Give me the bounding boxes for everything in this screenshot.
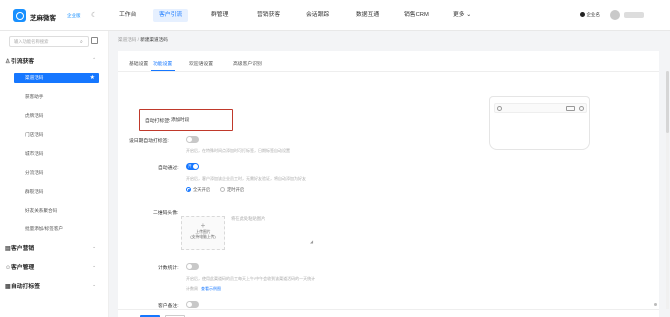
counter-toggle[interactable] (186, 263, 199, 270)
company-switcher[interactable]: 企业名 (580, 12, 600, 18)
sidebar-item-group-code[interactable]: 群裂活码 (14, 187, 99, 197)
sidebar-item-split-code[interactable]: 分流活码 (14, 168, 99, 178)
nav-customer-acquisition[interactable]: 客户引流 (153, 9, 189, 22)
sidebar-item-channel-code[interactable]: 渠道活码 ★ (14, 73, 99, 83)
plus-icon (579, 106, 584, 111)
resize-dot-icon (654, 303, 657, 306)
nav-session-tracking[interactable]: 会话跟踪 (300, 9, 335, 22)
breadcrumb-parent[interactable]: 渠道活码 (118, 37, 136, 42)
paste-image-area[interactable]: 将在此处粘贴图片 (231, 216, 315, 249)
theme-toggle-icon[interactable]: ☾ (91, 11, 97, 19)
chevron-down-icon[interactable]: ⌄ (92, 282, 96, 288)
add-time-button[interactable]: + 添加时段 (167, 117, 189, 123)
form-card: 基础设置 功能设置 欢迎语设置 高级客户识别 自动打标签: + 添加时段 设日期… (118, 51, 669, 317)
holiday-tag-hint: 开启后，在特殊时间点添加时可打标签，日期标签自动设置 (186, 148, 290, 153)
sidebar-section-auto-tag[interactable]: ▦自动打标签 (5, 281, 40, 290)
sidebar-item-city-code[interactable]: 城市活码 (14, 149, 99, 159)
sidebar-item-acquisition-assistant[interactable]: 获客助手 (14, 92, 99, 102)
plus-icon: + (200, 221, 206, 230)
sidebar-item-store-code[interactable]: 门店活码 (14, 130, 99, 140)
breadcrumb: 渠道活码 / 新建渠道活码 (118, 37, 168, 42)
sidebar-item-friend-aggregate[interactable]: 好友关系聚合码 (14, 206, 99, 216)
sidebar-item-tiger-code[interactable]: 虎牌活码 (14, 111, 99, 121)
company-icon (580, 12, 586, 18)
holiday-tag-toggle[interactable] (186, 136, 199, 143)
sidebar-item-batch-add[interactable]: 批量添加/标签客户 (14, 224, 99, 234)
sidebar: 输入功能名称搜索 ⌕ ♙引流获客 ⌃ 渠道活码 ★ 获客助手 虎牌活码 门店活码… (0, 31, 109, 317)
form-footer: 保 存 关 闭 (118, 309, 659, 317)
top-bar: 芝麻微客 企业版 ☾ 工作台 客户引流 群管理 营销获客 会话跟踪 数据互通 销… (0, 0, 670, 31)
chevron-down-icon[interactable]: ⌄ (92, 244, 96, 250)
user-name-blurred[interactable] (624, 12, 644, 18)
counter-sub: 计数周 查看示例图 (186, 286, 221, 291)
star-icon[interactable]: ★ (90, 73, 95, 83)
nav-marketing[interactable]: 营销获客 (251, 9, 286, 22)
main-content: 渠道活码 / 新建渠道活码 基础设置 功能设置 欢迎语设置 高级客户识别 自动打… (109, 31, 670, 317)
tab-function-settings[interactable]: 功能设置 (153, 60, 172, 67)
app-logo-icon (13, 9, 26, 22)
sidebar-section-customer-mgmt[interactable]: ☺客户管理 (5, 262, 34, 271)
nav-sales-crm[interactable]: 销售CRM (398, 9, 435, 22)
emoji-icon (566, 106, 575, 111)
sidebar-section-marketing[interactable]: ▤客户营销 (5, 243, 34, 252)
qr-avatar-label: 二维码头像: (153, 211, 179, 216)
image-upload[interactable]: + 上传图片 (支持电脑上传) (181, 216, 225, 250)
remark-toggle[interactable] (186, 301, 199, 308)
remark-label: 客户备注: (158, 304, 179, 309)
tabs-divider (118, 71, 659, 72)
voice-icon (497, 106, 502, 111)
brand-name: 芝麻微客 (30, 15, 56, 22)
calendar-icon[interactable] (91, 37, 98, 44)
breadcrumb-current: 新建渠道活码 (140, 37, 168, 42)
auto-pass-hint: 开启后，客户添加该企业员工时，无需好友验证，将自动添加为好友 (186, 176, 306, 181)
search-icon[interactable]: ⌕ (80, 39, 83, 45)
chevron-up-icon[interactable]: ⌃ (92, 57, 96, 63)
tab-welcome-settings[interactable]: 欢迎语设置 (189, 60, 213, 67)
view-example-link[interactable]: 查看示例图 (201, 286, 221, 291)
phone-preview (489, 101, 590, 150)
avatar[interactable] (610, 10, 620, 20)
auto-pass-toggle[interactable]: 开 (186, 163, 199, 170)
tab-advanced-recognition[interactable]: 高级客户识别 (233, 60, 262, 67)
radio-timed[interactable]: 定时开启 (220, 187, 244, 193)
holiday-tag-label: 设日期自动打标签: (129, 139, 169, 144)
chat-input-bar (494, 103, 587, 113)
radio-empty-icon (220, 187, 225, 193)
nav-more[interactable]: 更多 ⌄ (447, 9, 477, 22)
chevron-down-icon[interactable]: ⌄ (92, 263, 96, 269)
radio-selected-icon (186, 187, 191, 193)
radio-all-day[interactable]: 全天开启 (186, 187, 210, 193)
nav-workbench[interactable]: 工作台 (113, 9, 142, 22)
tab-basic-settings[interactable]: 基础设置 (129, 60, 148, 67)
counter-hint: 开启后，使用此渠道码的员工每天上午/中午会收到该渠道活码的一天统计 (186, 276, 316, 281)
resize-handle-icon[interactable]: ◢ (310, 239, 313, 244)
sidebar-section-acquisition[interactable]: ♙引流获客 (5, 56, 34, 65)
search-input[interactable]: 输入功能名称搜索 (9, 36, 89, 47)
nav-data-sync[interactable]: 数据互通 (350, 9, 385, 22)
auto-pass-label: 自动通过: (158, 166, 179, 171)
scrollbar-thumb[interactable] (666, 71, 669, 133)
counter-label: 计数统计: (158, 266, 179, 271)
nav-group-management[interactable]: 群管理 (205, 9, 234, 22)
edition-badge[interactable]: 企业版 (67, 13, 81, 19)
